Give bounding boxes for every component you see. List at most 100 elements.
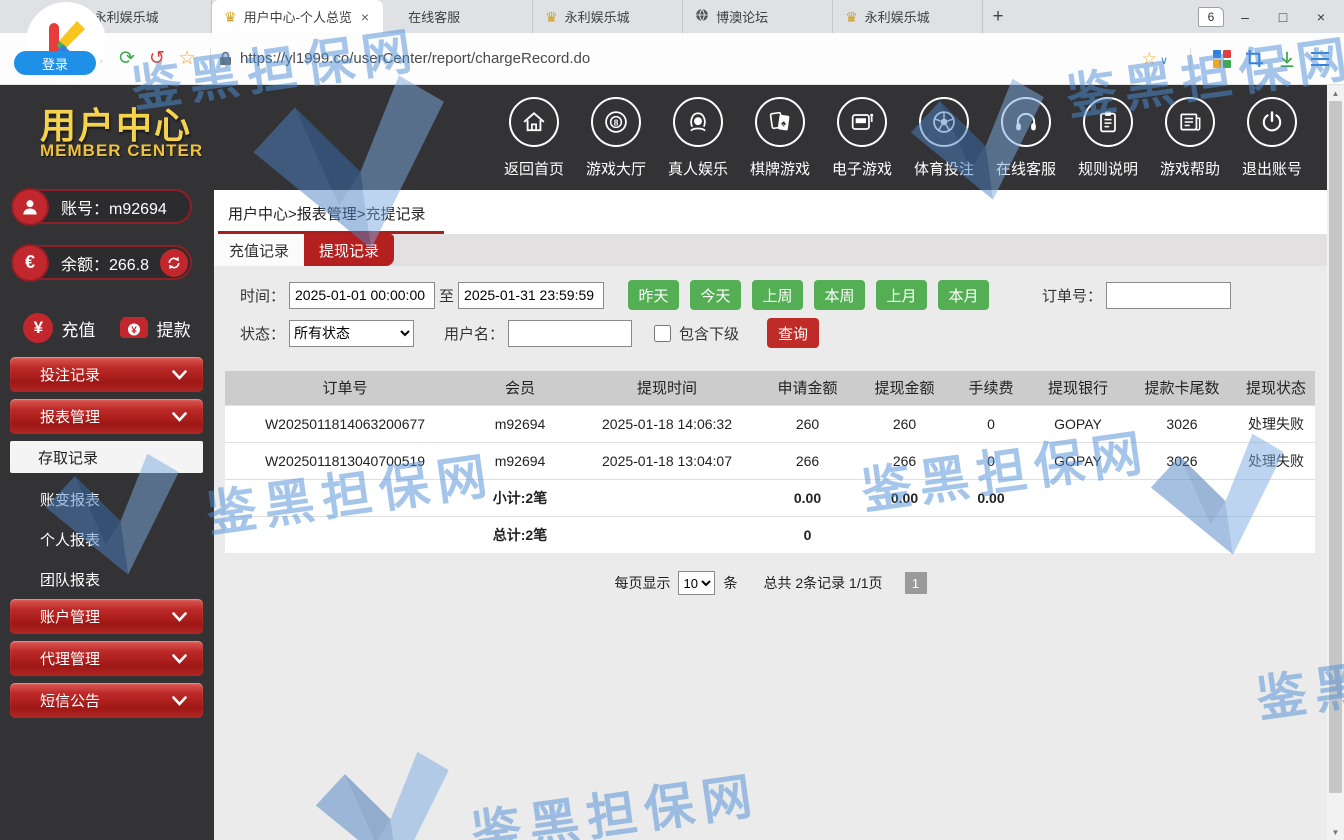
- table-cell: 2025-01-18 14:06:32: [575, 405, 759, 442]
- nav-item-cards[interactable]: ♠棋牌游戏: [751, 97, 809, 179]
- download-icon[interactable]: [1278, 50, 1296, 68]
- sidebar-item-bet-records[interactable]: 投注记录: [10, 357, 203, 392]
- status-select[interactable]: 所有状态: [289, 320, 414, 347]
- undo-icon[interactable]: ↺: [142, 47, 172, 70]
- sidebar-item-sms-notice[interactable]: 短信公告: [10, 683, 203, 718]
- nav-item-live[interactable]: 真人娱乐: [669, 97, 727, 179]
- browser-tab-1[interactable]: ♛用户中心-个人总览×: [212, 0, 383, 33]
- browser-tab-4[interactable]: 博澳论坛: [683, 0, 833, 33]
- nav-item-label: 真人娱乐: [668, 158, 728, 179]
- nav-item-label: 退出账号: [1242, 158, 1302, 179]
- column-header: 提现时间: [575, 371, 759, 405]
- to-label: 至: [439, 285, 454, 306]
- menu-label: 投注记录: [40, 364, 100, 385]
- divider: [210, 48, 211, 70]
- table-header-row: 订单号会员提现时间申请金额提现金额手续费提现银行提款卡尾数提现状态: [225, 371, 1315, 405]
- svg-text:8: 8: [614, 118, 619, 127]
- scroll-up-icon[interactable]: ▲: [1327, 85, 1344, 101]
- table-cell: [225, 516, 465, 553]
- breadcrumb-underline: [218, 231, 444, 234]
- column-header: 申请金额: [759, 371, 856, 405]
- yen-coin-icon: ¥: [23, 313, 53, 343]
- nav-item-help[interactable]: 游戏帮助: [1161, 97, 1219, 179]
- menu-label: 账户管理: [40, 606, 100, 627]
- page-scrollbar[interactable]: ▲ ▼: [1327, 85, 1344, 840]
- withdraw-button[interactable]: ¥ 提款: [119, 313, 191, 343]
- nav-item-home[interactable]: 返回首页: [505, 97, 563, 179]
- scroll-down-icon[interactable]: ▼: [1327, 824, 1344, 840]
- tab-count-badge[interactable]: 6: [1198, 7, 1224, 27]
- sidebar-item-personal-report[interactable]: 个人报表: [10, 519, 203, 559]
- crown-favicon: ♛: [545, 10, 558, 24]
- column-header: 提现状态: [1237, 371, 1315, 405]
- maximize-button[interactable]: □: [1266, 4, 1300, 30]
- table-cell: m92694: [465, 442, 575, 479]
- sidebar-item-team-report[interactable]: 团队报表: [10, 559, 203, 599]
- nav-item-rules[interactable]: 规则说明: [1079, 97, 1137, 179]
- order-number-input[interactable]: [1106, 282, 1231, 309]
- nav-item-logout[interactable]: 退出账号: [1243, 97, 1301, 179]
- balance-refresh-icon[interactable]: [160, 249, 188, 277]
- nav-item-label: 游戏帮助: [1160, 158, 1220, 179]
- screenshot-crop-icon[interactable]: [1245, 49, 1264, 68]
- tab-recharge-records[interactable]: 充值记录: [214, 234, 304, 266]
- rules-icon: [1083, 97, 1133, 147]
- table-cell: W2025011813040700519: [225, 442, 465, 479]
- tab-close-icon[interactable]: ×: [359, 9, 371, 25]
- close-button[interactable]: ×: [1304, 4, 1338, 30]
- table-cell: W2025011814063200677: [225, 405, 465, 442]
- time-from-input[interactable]: [289, 282, 435, 309]
- quick-range-button-5[interactable]: 本月: [938, 280, 989, 310]
- quick-range-button-3[interactable]: 本周: [814, 280, 865, 310]
- scrollbar-thumb[interactable]: [1329, 101, 1342, 793]
- tab-title: 永利娱乐城: [94, 7, 199, 26]
- tab-title: 博澳论坛: [716, 7, 820, 26]
- menu-hamburger-icon[interactable]: [1310, 51, 1330, 67]
- sidebar-item-agent-manage[interactable]: 代理管理: [10, 641, 203, 676]
- quick-range-button-0[interactable]: 昨天: [628, 280, 679, 310]
- nav-item-service[interactable]: 在线客服: [997, 97, 1055, 179]
- table-row-0: W2025011814063200677m926942025-01-18 14:…: [225, 405, 1315, 442]
- favorite-star-icon[interactable]: ☆ ∨: [1142, 49, 1168, 69]
- filter-panel: 时间： 至 昨天今天上周本周上月本月 订单号： 状态： 所有状态 用户名： 包含…: [214, 266, 1327, 362]
- browser-toolbar: ← → ⟳ ↺ ☆ https://yl1999.co/userCenter/r…: [0, 33, 1344, 85]
- refresh-icon[interactable]: ⟳: [112, 47, 142, 70]
- table-cell: [225, 479, 465, 516]
- sidebar-item-report-manage[interactable]: 报表管理: [10, 399, 203, 434]
- tab-withdraw-records[interactable]: 提现记录: [304, 234, 394, 266]
- quick-range-button-1[interactable]: 今天: [690, 280, 741, 310]
- quick-range-button-4[interactable]: 上月: [876, 280, 927, 310]
- divider: [1190, 48, 1191, 70]
- new-tab-button[interactable]: +: [983, 0, 1013, 33]
- quick-range-button-2[interactable]: 上周: [752, 280, 803, 310]
- sidebar-item-account-manage[interactable]: 账户管理: [10, 599, 203, 634]
- apps-grid-icon[interactable]: [1213, 50, 1231, 68]
- page-number-button[interactable]: 1: [905, 572, 927, 594]
- order-number-label: 订单号：: [1042, 285, 1102, 306]
- per-page-select[interactable]: 10: [678, 571, 715, 595]
- crown-favicon: ♛: [845, 10, 858, 24]
- address-bar[interactable]: https://yl1999.co/userCenter/report/char…: [219, 50, 1142, 67]
- sports-icon: [919, 97, 969, 147]
- time-to-input[interactable]: [458, 282, 604, 309]
- deposit-button[interactable]: ¥ 充值: [23, 313, 95, 343]
- bookmark-star-icon[interactable]: ☆: [172, 47, 202, 70]
- nav-item-slots[interactable]: 电子游戏: [833, 97, 891, 179]
- sidebar-item-account-change[interactable]: 账变报表: [10, 479, 203, 519]
- browser-login-button[interactable]: 登录: [14, 51, 96, 75]
- search-button[interactable]: 查询: [767, 318, 819, 348]
- sidebar-item-deposit-records[interactable]: 存取记录: [10, 441, 203, 473]
- help-icon: [1165, 97, 1215, 147]
- minimize-button[interactable]: –: [1228, 4, 1262, 30]
- include-sub-checkbox[interactable]: [654, 325, 671, 342]
- nav-item-sports[interactable]: 体育投注: [915, 97, 973, 179]
- slots-icon: [837, 97, 887, 147]
- browser-tab-3[interactable]: ♛永利娱乐城: [533, 0, 683, 33]
- table-cell: 266: [856, 442, 953, 479]
- nav-item-label: 电子游戏: [832, 158, 892, 179]
- browser-tab-5[interactable]: ♛永利娱乐城: [833, 0, 983, 33]
- browser-tab-2[interactable]: 在线客服: [383, 0, 533, 33]
- nav-item-hall[interactable]: 8游戏大厅: [587, 97, 645, 179]
- username-input[interactable]: [508, 320, 632, 347]
- sidebar: 用户中心 MEMBER CENTER 账号：m92694 € 余额：266.8 …: [0, 85, 214, 840]
